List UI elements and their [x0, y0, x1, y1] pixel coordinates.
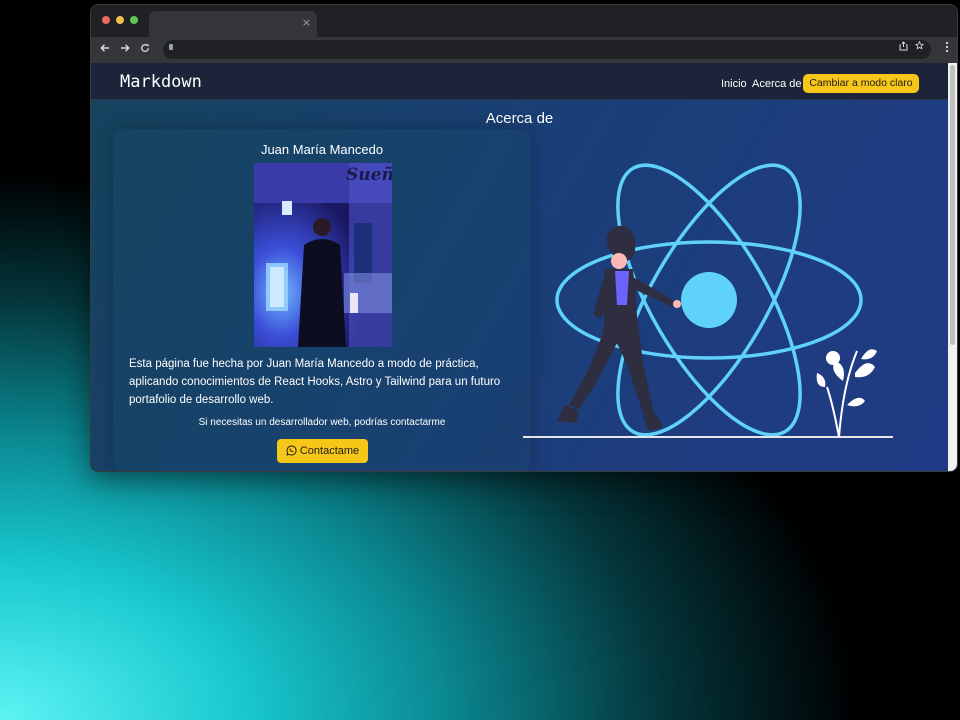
reload-icon[interactable] — [140, 42, 150, 56]
minimize-window-button[interactable] — [116, 16, 124, 24]
nav-link-inicio[interactable]: Inicio — [721, 78, 747, 90]
browser-menu-icon[interactable] — [945, 41, 949, 56]
lock-icon — [169, 44, 173, 50]
contact-hint: Si necesitas un desarrollador web, podrí… — [198, 417, 446, 428]
close-window-button[interactable] — [102, 16, 110, 24]
back-icon[interactable] — [100, 42, 110, 56]
scrollbar-thumb[interactable] — [950, 65, 955, 345]
contact-button[interactable]: Contactame — [277, 439, 368, 463]
browser-tab[interactable]: × — [149, 11, 317, 37]
site-navbar: Markdown Inicio Acerca de Cambiar a modo… — [91, 63, 948, 100]
author-name: Juan María Mancedo — [260, 142, 384, 157]
about-card: Juan María Mancedo Sueñ Esta página fue … — [113, 129, 531, 471]
address-bar[interactable] — [163, 40, 931, 59]
nav-link-acerca-de[interactable]: Acerca de — [752, 78, 802, 90]
plant — [816, 349, 877, 438]
photo-sign-text: Sueñ — [346, 165, 392, 185]
share-icon[interactable] — [899, 41, 908, 54]
tab-close-icon[interactable]: × — [302, 16, 311, 29]
contact-button-label: Contactame — [299, 445, 360, 457]
zoom-window-button[interactable] — [130, 16, 138, 24]
site-brand[interactable]: Markdown — [120, 72, 202, 92]
react-atom-illustration — [521, 155, 921, 450]
browser-toolbar — [91, 37, 957, 63]
page-title: Acerca de — [485, 110, 554, 127]
toggle-theme-button[interactable]: Cambiar a modo claro — [803, 74, 919, 93]
whatsapp-icon — [286, 445, 297, 456]
author-photo: Sueñ — [254, 163, 392, 347]
page-scrollbar[interactable] — [948, 63, 957, 471]
browser-window: × Markdown Inicio Acerca de Cambiar a mo… — [90, 4, 958, 472]
tab-strip: × — [91, 5, 957, 37]
about-description: Esta página fue hecha por Juan María Man… — [129, 358, 501, 406]
page-viewport: Markdown Inicio Acerca de Cambiar a modo… — [91, 63, 957, 471]
bookmark-star-icon[interactable] — [914, 40, 925, 53]
forward-icon[interactable] — [120, 42, 130, 56]
